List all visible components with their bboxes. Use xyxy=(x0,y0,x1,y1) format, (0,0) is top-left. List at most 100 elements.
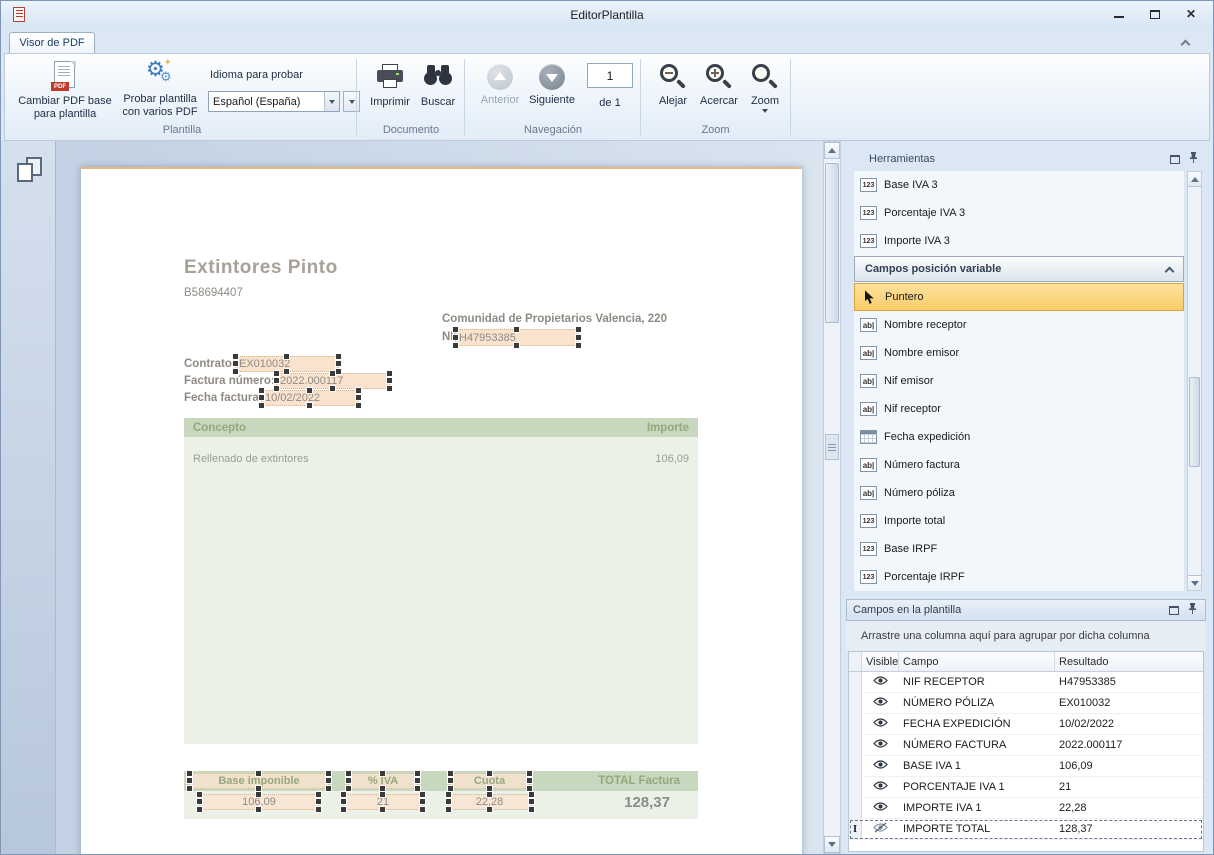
selection-handle[interactable] xyxy=(256,792,261,797)
selection-handle[interactable] xyxy=(446,807,451,812)
tool-item[interactable]: Base IVA 3 xyxy=(854,171,1184,199)
selection-handle[interactable] xyxy=(307,403,312,408)
scroll-down-button[interactable] xyxy=(1188,575,1201,590)
eye-visible-icon[interactable] xyxy=(873,696,888,710)
selection-handle[interactable] xyxy=(420,799,425,804)
splitter-grip[interactable] xyxy=(825,434,839,460)
scroll-down-button[interactable] xyxy=(824,836,840,853)
selection-handle[interactable] xyxy=(446,792,451,797)
tab-visor-de-pdf[interactable]: Visor de PDF xyxy=(9,32,95,53)
table-row[interactable]: I FECHA EXPEDICIÓN xyxy=(849,714,1203,735)
selection-handle[interactable] xyxy=(453,335,458,340)
maximize-button[interactable] xyxy=(1145,6,1165,22)
eye-visible-icon[interactable] xyxy=(873,780,888,794)
selection-handle[interactable] xyxy=(453,343,458,348)
tool-item[interactable]: Número póliza xyxy=(854,479,1184,507)
eye-visible-icon[interactable] xyxy=(873,738,888,752)
template-field-importe-iva[interactable]: 22,28 xyxy=(448,794,532,810)
table-row[interactable]: I PORCENTAJE IVA 1 xyxy=(849,777,1203,798)
selection-handle[interactable] xyxy=(187,771,192,776)
selection-handle[interactable] xyxy=(326,786,331,791)
selection-handle[interactable] xyxy=(380,792,385,797)
tool-item[interactable]: Importe IVA 3 xyxy=(854,227,1184,255)
scrollbar-thumb[interactable] xyxy=(1189,377,1200,467)
selection-handle[interactable] xyxy=(187,786,192,791)
pdf-page[interactable]: Extintores Pinto B58694407 Comunidad de … xyxy=(81,167,802,854)
tool-item[interactable]: Nombre receptor xyxy=(854,311,1184,339)
template-field-numero-poliza[interactable]: EX010032 xyxy=(235,356,339,372)
selection-handle[interactable] xyxy=(487,807,492,812)
selection-handle[interactable] xyxy=(197,792,202,797)
selection-handle[interactable] xyxy=(420,792,425,797)
tool-item[interactable]: Nif receptor xyxy=(854,395,1184,423)
column-header-resultado[interactable]: Resultado xyxy=(1055,652,1203,671)
selection-handle[interactable] xyxy=(256,771,261,776)
table-row[interactable]: I NÚMERO FACTURA xyxy=(849,735,1203,756)
selection-handle[interactable] xyxy=(387,378,392,383)
selection-handle[interactable] xyxy=(197,799,202,804)
section-campos-posicion-variable[interactable]: Campos posición variable xyxy=(854,256,1184,282)
selection-handle[interactable] xyxy=(576,343,581,348)
selection-handle[interactable] xyxy=(346,786,351,791)
close-button[interactable]: ✕ xyxy=(1181,6,1201,22)
language-select[interactable]: Español (España) xyxy=(208,91,340,112)
pin-icon[interactable] xyxy=(1189,152,1198,166)
selection-handle[interactable] xyxy=(514,327,519,332)
selection-handle[interactable] xyxy=(341,807,346,812)
selection-handle[interactable] xyxy=(487,786,492,791)
selection-handle[interactable] xyxy=(316,807,321,812)
selection-handle[interactable] xyxy=(448,778,453,783)
tool-item[interactable]: Porcentaje IRPF xyxy=(854,563,1184,591)
language-dropdown-button[interactable] xyxy=(343,91,360,112)
template-field-base-iva[interactable]: 106,09 xyxy=(199,794,319,810)
selection-handle[interactable] xyxy=(487,771,492,776)
selection-handle[interactable] xyxy=(380,786,385,791)
selection-handle[interactable] xyxy=(527,771,532,776)
selection-handle[interactable] xyxy=(316,799,321,804)
selection-handle[interactable] xyxy=(529,799,534,804)
tool-item[interactable]: Importe total xyxy=(854,507,1184,535)
eye-hidden-icon[interactable] xyxy=(873,822,888,836)
selection-handle[interactable] xyxy=(316,792,321,797)
eye-visible-icon[interactable] xyxy=(873,717,888,731)
selection-handle[interactable] xyxy=(256,786,261,791)
maximize-panel-icon[interactable] xyxy=(1169,606,1179,615)
selection-handle[interactable] xyxy=(259,388,264,393)
table-row[interactable]: I IMPORTE TOTAL xyxy=(849,819,1203,840)
tool-item[interactable]: Nombre emisor xyxy=(854,339,1184,367)
tools-scrollbar[interactable] xyxy=(1187,171,1202,591)
selection-handle[interactable] xyxy=(529,792,534,797)
selection-handle[interactable] xyxy=(576,327,581,332)
document-scrollbar[interactable] xyxy=(823,141,841,854)
selection-handle[interactable] xyxy=(274,371,279,376)
selection-handle[interactable] xyxy=(446,799,451,804)
table-row[interactable]: I IMPORTE IVA 1 xyxy=(849,798,1203,819)
selection-handle[interactable] xyxy=(387,386,392,391)
selection-handle[interactable] xyxy=(448,786,453,791)
ribbon-collapse-button[interactable] xyxy=(1177,37,1193,49)
selection-handle[interactable] xyxy=(284,369,289,374)
selection-handle[interactable] xyxy=(259,395,264,400)
template-field-vat-label[interactable]: % IVA xyxy=(348,773,418,789)
page-number-input[interactable] xyxy=(587,63,633,88)
template-field-nif-receptor[interactable]: H47953385 xyxy=(455,329,579,346)
selection-handle[interactable] xyxy=(380,807,385,812)
selection-handle[interactable] xyxy=(356,395,361,400)
selection-handle[interactable] xyxy=(233,361,238,366)
selection-handle[interactable] xyxy=(284,354,289,359)
selection-handle[interactable] xyxy=(326,778,331,783)
selection-handle[interactable] xyxy=(330,386,335,391)
template-field-base-label[interactable]: Base imponible xyxy=(189,773,329,789)
selection-handle[interactable] xyxy=(187,778,192,783)
selection-handle[interactable] xyxy=(529,807,534,812)
selection-handle[interactable] xyxy=(233,354,238,359)
selection-handle[interactable] xyxy=(346,771,351,776)
selection-handle[interactable] xyxy=(259,403,264,408)
maximize-panel-icon[interactable] xyxy=(1170,155,1180,164)
page-thumbnails-icon[interactable] xyxy=(17,157,45,184)
minimize-button[interactable] xyxy=(1109,6,1129,22)
eye-visible-icon[interactable] xyxy=(873,759,888,773)
table-row[interactable]: I NÚMERO PÓLIZA xyxy=(849,693,1203,714)
selection-handle[interactable] xyxy=(274,378,279,383)
group-by-area[interactable]: Arrastre una columna aquí para agrupar p… xyxy=(846,621,1206,651)
